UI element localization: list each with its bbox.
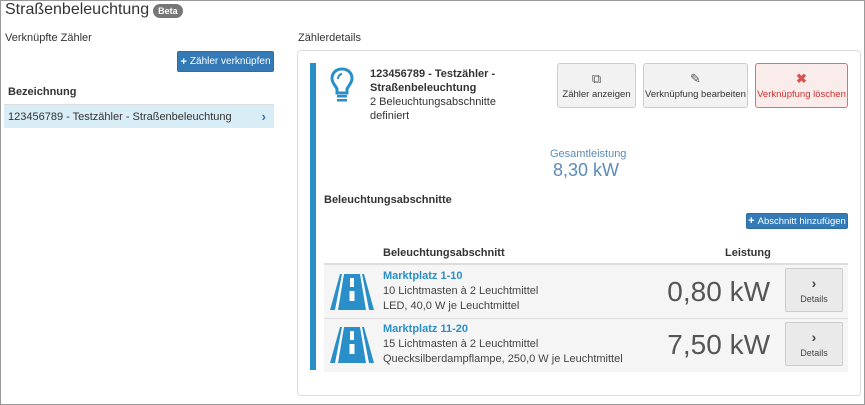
details-label: Details: [800, 294, 828, 304]
edit-link-button[interactable]: ✎ Verknüpfung bearbeiten: [643, 63, 748, 108]
sections-title: Beleuchtungsabschnitte: [324, 194, 452, 206]
plus-icon: +: [180, 55, 187, 68]
link-meter-label: Zähler verknüpfen: [189, 56, 271, 67]
linked-meters-label: Verknüpfte Zähler: [5, 32, 92, 44]
link-meter-button[interactable]: + Zähler verknüpfen: [177, 51, 274, 72]
meter-name: 123456789 - Testzähler - Straßenbeleucht…: [370, 68, 496, 94]
edit-link-label: Verknüpfung bearbeiten: [645, 88, 746, 100]
section-column-header: Beleuchtungsabschnitt: [383, 247, 505, 259]
name-column-header: Bezeichnung: [8, 86, 77, 98]
external-link-icon: ⧉: [591, 70, 602, 86]
section-link[interactable]: Marktplatz 11-20: [383, 323, 468, 335]
meter-list-item[interactable]: 123456789 - Testzähler - Straßenbeleucht…: [4, 104, 274, 128]
road-icon: [329, 327, 375, 366]
beta-badge: Beta: [153, 4, 183, 18]
details-label: Details: [800, 348, 828, 358]
add-section-label: Abschnitt hinzufügen: [757, 215, 846, 227]
total-power-label: Gesamtleistung: [550, 148, 627, 160]
accent-bar: [310, 63, 316, 370]
section-desc-2: LED, 40,0 W je Leuchtmittel: [383, 300, 520, 312]
section-power: 0,80 kW: [667, 276, 770, 307]
show-meter-button[interactable]: ⧉ Zähler anzeigen: [557, 63, 636, 108]
section-desc-1: 10 Lichtmasten à 2 Leuchtmittel: [383, 285, 539, 297]
plus-icon: +: [748, 215, 755, 227]
chevron-right-icon: ›: [811, 275, 817, 291]
total-power-value: 8,30 kW: [553, 160, 620, 180]
details-button[interactable]: › Details: [785, 322, 843, 366]
road-icon: [329, 274, 375, 313]
lightbulb-icon: [329, 66, 355, 107]
meter-subtitle: 2 Beleuchtungsabschnitte definiert: [370, 96, 496, 122]
show-meter-label: Zähler anzeigen: [562, 88, 631, 100]
section-link[interactable]: Marktplatz 1-10: [383, 270, 462, 282]
section-desc-1: 15 Lichtmasten à 2 Leuchtmittel: [383, 338, 539, 350]
delete-link-label: Verknüpfung löschen: [757, 88, 846, 100]
section-power: 7,50 kW: [667, 329, 770, 360]
add-section-button[interactable]: + Abschnitt hinzufügen: [746, 213, 848, 229]
details-button[interactable]: › Details: [785, 268, 843, 312]
meter-details-label: Zählerdetails: [298, 32, 361, 44]
delete-link-button[interactable]: ✖ Verknüpfung löschen: [755, 63, 848, 108]
edit-icon: ✎: [690, 70, 701, 86]
page-title: Straßenbeleuchtung: [5, 1, 150, 18]
section-desc-2: Quecksilberdampflampe, 250,0 W je Leucht…: [383, 353, 623, 365]
chevron-right-icon: ›: [261, 109, 266, 124]
chevron-right-icon: ›: [811, 329, 817, 345]
title-bar: Straßenbeleuchtung Beta: [5, 1, 183, 19]
power-column-header: Leistung: [725, 247, 771, 259]
times-icon: ✖: [796, 70, 807, 86]
meter-list-item-label: 123456789 - Testzähler - Straßenbeleucht…: [8, 110, 232, 123]
